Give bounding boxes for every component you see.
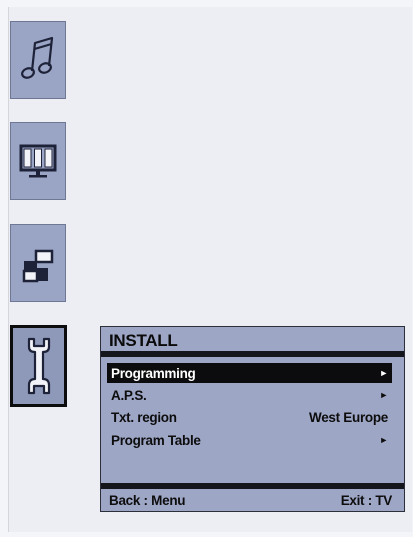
exit-hint: Exit : TV (340, 492, 393, 508)
sidebar-item-features[interactable] (10, 224, 66, 302)
menu-item-program-table[interactable]: Program Table ► (107, 430, 392, 450)
menu-item-label: Txt. region (111, 409, 177, 425)
submenu-arrow-icon: ► (379, 390, 388, 400)
menu-title: INSTALL (109, 331, 178, 350)
sidebar-item-picture[interactable] (10, 122, 66, 200)
submenu-arrow-icon: ► (379, 435, 388, 445)
menu-item-programming[interactable]: Programming ► (107, 363, 392, 383)
menu-item-value: West Europe (309, 409, 388, 425)
wrench-icon (27, 337, 50, 395)
submenu-arrow-icon: ► (379, 368, 388, 378)
sidebar-item-install[interactable] (10, 325, 67, 407)
menu-item-txt-region[interactable]: Txt. region West Europe (107, 407, 392, 427)
pip-layout-icon (22, 249, 54, 283)
title-divider (101, 351, 404, 357)
sidebar-item-sound[interactable] (10, 21, 66, 99)
menu-item-label: A.P.S. (111, 387, 147, 403)
install-menu-panel: INSTALL Programming ► A.P.S. ► Txt. regi… (100, 326, 405, 512)
footer-divider (101, 483, 404, 489)
menu-footer: Back : Menu Exit : TV (109, 491, 392, 509)
music-note-icon (21, 36, 54, 79)
menu-item-aps[interactable]: A.P.S. ► (107, 385, 392, 405)
back-hint: Back : Menu (109, 492, 186, 508)
tv-screen-icon (19, 144, 57, 178)
menu-item-label: Programming (111, 365, 196, 381)
menu-item-label: Program Table (111, 432, 201, 448)
